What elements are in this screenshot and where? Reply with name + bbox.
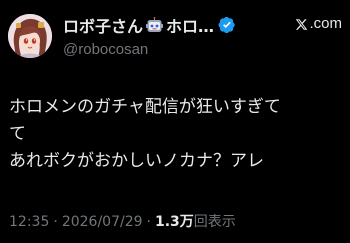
source-domain: .com: [309, 15, 342, 32]
avatar[interactable]: [8, 14, 52, 58]
author-handle[interactable]: @robocosan: [63, 41, 148, 58]
verified-badge-icon: [218, 16, 236, 34]
tweet-text: ホロメンのガチャ配信が狂いすぎて て あれボクがおかしいノカナ？アレ: [9, 94, 345, 175]
tweet-time[interactable]: 12:35: [9, 214, 49, 230]
author-name-row[interactable]: ロボ子さん ホロ…: [63, 14, 236, 36]
tweet-date[interactable]: 2026/07/29: [62, 214, 143, 230]
tweet-line: ホロメンのガチャ配信が狂いすぎて: [9, 97, 281, 117]
tweet-line: て: [9, 124, 26, 144]
x-logo-icon: [296, 18, 308, 30]
robot-face-icon: [146, 16, 164, 34]
display-name-prefix[interactable]: ロボ子さん: [63, 13, 143, 37]
source-link[interactable]: .com: [295, 15, 342, 32]
display-name-suffix[interactable]: ホロ…: [166, 13, 214, 37]
tweet-meta: 12:35 · 2026/07/29 · 1.3万 回表示: [9, 211, 236, 231]
avatar-image: [8, 14, 52, 58]
tweet-card: ロボ子さん ホロ… @robocosan .com ホロメンのガチャ配信が狂いす…: [0, 0, 350, 243]
meta-separator: ·: [53, 214, 58, 230]
views-count: 1.3万: [154, 214, 194, 230]
meta-separator-2: ·: [146, 214, 151, 230]
views-label: 回表示: [193, 214, 236, 230]
tweet-line: あれボクがおかしいノカナ？アレ: [9, 151, 264, 171]
